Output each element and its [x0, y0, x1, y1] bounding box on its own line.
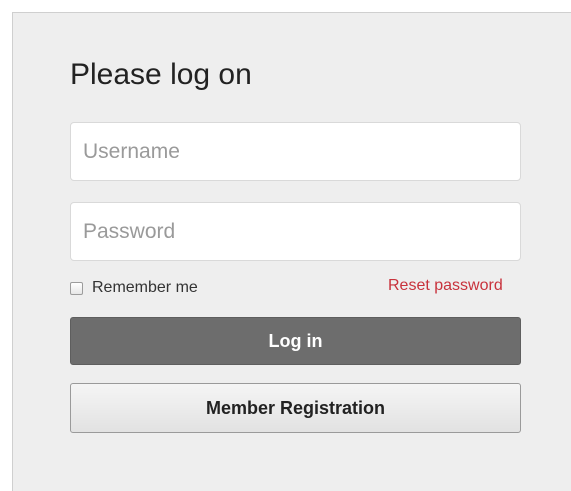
member-registration-button[interactable]: Member Registration — [70, 383, 521, 433]
reset-password-link[interactable]: Reset password — [388, 277, 503, 295]
username-input[interactable] — [70, 122, 521, 181]
remember-me-label: Remember me — [92, 279, 198, 296]
password-input[interactable] — [70, 202, 521, 261]
page-title: Please log on — [70, 58, 252, 91]
login-panel: Please log on Remember me Reset password… — [12, 12, 571, 491]
remember-me-option[interactable]: Remember me — [70, 279, 198, 297]
remember-me-checkbox[interactable] — [70, 281, 83, 295]
login-button[interactable]: Log in — [70, 317, 521, 365]
